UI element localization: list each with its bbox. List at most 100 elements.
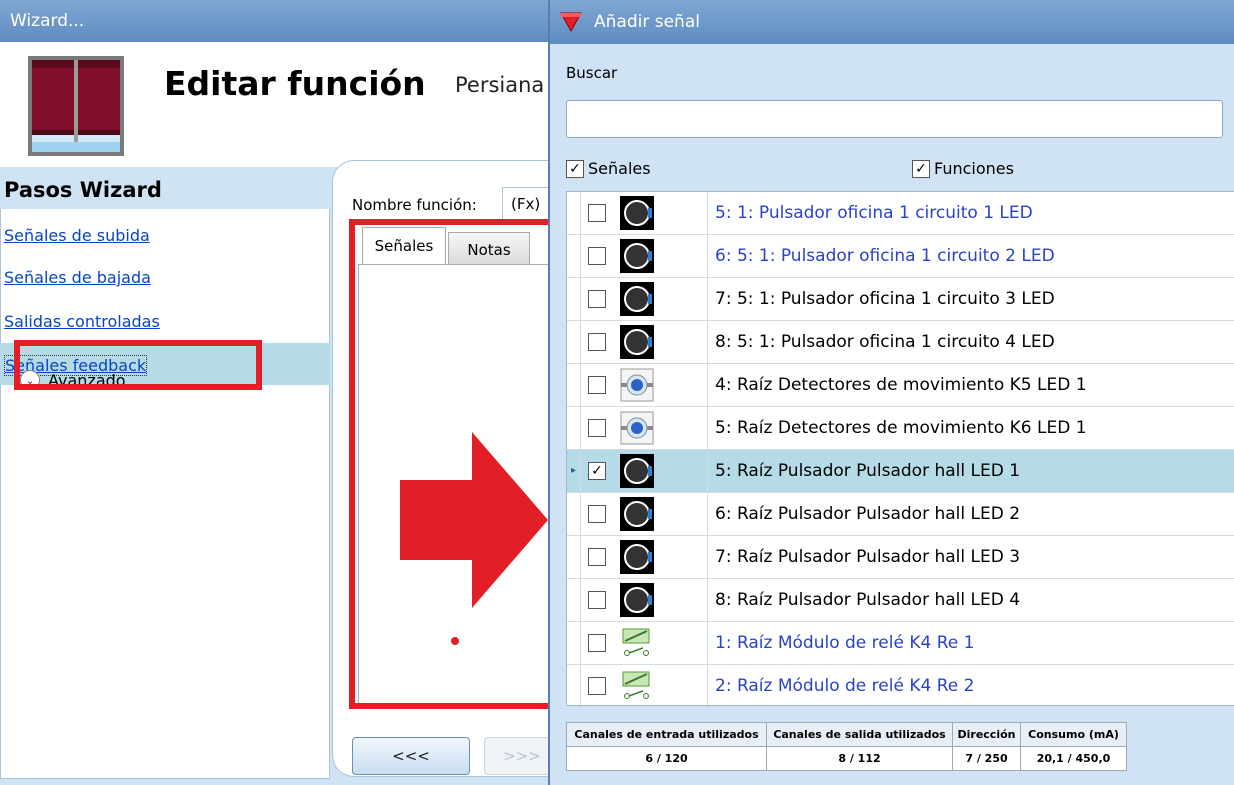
list-item-label: 6: 5: 1: Pulsador oficina 1 circuito 2 L… [715,246,1055,266]
checkbox-unchecked-icon[interactable] [588,247,606,265]
list-item[interactable]: 4: Raíz Detectores de movimiento K5 LED … [567,364,1234,407]
search-input[interactable] [566,100,1223,138]
row-gutter [567,235,581,278]
pushbutton-icon [620,583,654,617]
arrow-right-icon [400,432,548,608]
list-item-label: 4: Raíz Detectores de movimiento K5 LED … [715,375,1087,395]
status-header: Dirección [952,722,1021,747]
checkbox-unchecked-icon[interactable] [588,591,606,609]
checkbox-unchecked-icon[interactable] [588,204,606,222]
step-senales-subida[interactable]: Señales de subida [4,226,150,245]
list-item-label: 6: Raíz Pulsador Pulsador hall LED 2 [715,504,1021,524]
filter-signals-checkbox[interactable]: ✓ Señales [566,159,651,178]
list-item-label: 5: Raíz Pulsador Pulsador hall LED 1 [715,461,1021,481]
row-gutter [567,192,581,235]
column-divider [707,407,708,450]
list-item[interactable]: 8: 5: 1: Pulsador oficina 1 circuito 4 L… [567,321,1234,364]
function-type: Persiana [455,73,545,97]
relay-module-icon [620,626,654,660]
pushbutton-icon [620,497,654,531]
checkbox-unchecked-icon[interactable] [588,548,606,566]
checkbox-unchecked-icon[interactable] [588,419,606,437]
list-item-label: 5: Raíz Detectores de movimiento K6 LED … [715,418,1087,438]
pushbutton-icon [620,454,654,488]
pushbutton-icon [620,196,654,230]
wizard-window: Wizard... Editar función Persiana Pasos … [0,0,567,785]
filter-signals-label: Señales [588,159,651,178]
list-item-label: 7: 5: 1: Pulsador oficina 1 circuito 3 L… [715,289,1055,309]
steps-panel [0,209,330,779]
list-item[interactable]: 1: Raíz Módulo de relé K4 Re 1 [567,622,1234,665]
list-item[interactable]: ▸ ✓ 5: Raíz Pulsador Pulsador hall LED 1 [567,450,1234,493]
checkbox-unchecked-icon[interactable] [588,505,606,523]
checkbox-unchecked-icon[interactable] [588,677,606,695]
row-gutter [567,278,581,321]
function-name-label: Nombre función: [352,196,477,214]
column-divider [707,579,708,622]
status-value: 7 / 250 [952,746,1021,771]
checkbox-unchecked-icon[interactable] [588,634,606,652]
list-item[interactable]: 6: Raíz Pulsador Pulsador hall LED 2 [567,493,1234,536]
step-salidas-controladas[interactable]: Salidas controladas [4,312,160,331]
checkbox-checked-icon: ✓ [566,159,584,178]
column-divider [707,493,708,536]
status-header: Canales de entrada utilizados [566,722,767,747]
pushbutton-icon [620,540,654,574]
list-item-label: 8: 5: 1: Pulsador oficina 1 circuito 4 L… [715,332,1055,352]
add-signal-titlebar: Añadir señal [550,0,1234,44]
list-item[interactable]: 8: Raíz Pulsador Pulsador hall LED 4 [567,579,1234,622]
column-divider [707,321,708,364]
row-gutter [567,665,581,705]
list-item[interactable]: 5: 1: Pulsador oficina 1 circuito 1 LED [567,192,1234,235]
status-header: Consumo (mA) [1020,722,1127,747]
list-item[interactable]: 6: 5: 1: Pulsador oficina 1 circuito 2 L… [567,235,1234,278]
row-pointer-icon: ▸ [571,465,577,476]
pushbutton-icon [620,325,654,359]
row-gutter [567,321,581,364]
row-gutter [567,536,581,579]
list-item-label: 2: Raíz Módulo de relé K4 Re 2 [715,676,975,696]
list-item[interactable]: 7: Raíz Pulsador Pulsador hall LED 3 [567,536,1234,579]
status-table: Canales de entrada utilizados Canales de… [566,722,1127,771]
column-divider [707,192,708,235]
status-value: 8 / 112 [766,746,953,771]
filter-functions-checkbox[interactable]: ✓ Funciones [912,159,1014,178]
triangle-down-icon[interactable] [560,12,582,32]
status-header: Canales de salida utilizados [766,722,953,747]
list-item[interactable]: 2: Raíz Módulo de relé K4 Re 2 [567,665,1234,705]
highlight-box [14,340,262,390]
list-item-label: 1: Raíz Módulo de relé K4 Re 1 [715,633,975,653]
column-divider [707,278,708,321]
column-divider [707,665,708,705]
column-divider [707,364,708,407]
steps-title: Pasos Wizard [4,178,162,202]
list-item[interactable]: 5: Raíz Detectores de movimiento K6 LED … [567,407,1234,450]
back-button[interactable]: <<< [352,737,470,775]
status-value: 6 / 120 [566,746,767,771]
list-item[interactable]: 7: 5: 1: Pulsador oficina 1 circuito 3 L… [567,278,1234,321]
checkbox-checked-icon: ✓ [912,159,930,178]
checkbox-unchecked-icon[interactable] [588,333,606,351]
wizard-titlebar: Wizard... [0,0,560,42]
row-gutter [567,579,581,622]
row-gutter [567,407,581,450]
checkbox-unchecked-icon[interactable] [588,376,606,394]
row-gutter [567,622,581,665]
motion-detector-icon [620,368,654,402]
step-senales-bajada[interactable]: Señales de bajada [4,268,151,287]
checkbox-unchecked-icon[interactable] [588,290,606,308]
row-gutter [567,364,581,407]
list-item-label: 5: 1: Pulsador oficina 1 circuito 1 LED [715,203,1033,223]
column-divider [707,450,708,493]
marker-dot [451,637,459,645]
pushbutton-icon [620,282,654,316]
column-divider [707,235,708,278]
wizard-header: Editar función Persiana [0,42,560,167]
signal-list: 5: 1: Pulsador oficina 1 circuito 1 LED 6… [566,191,1234,706]
checkbox-checked-icon[interactable]: ✓ [588,462,606,480]
list-item-label: 8: Raíz Pulsador Pulsador hall LED 4 [715,590,1021,610]
row-gutter [567,493,581,536]
search-label: Buscar [566,64,618,82]
column-divider [707,536,708,579]
pushbutton-icon [620,239,654,273]
